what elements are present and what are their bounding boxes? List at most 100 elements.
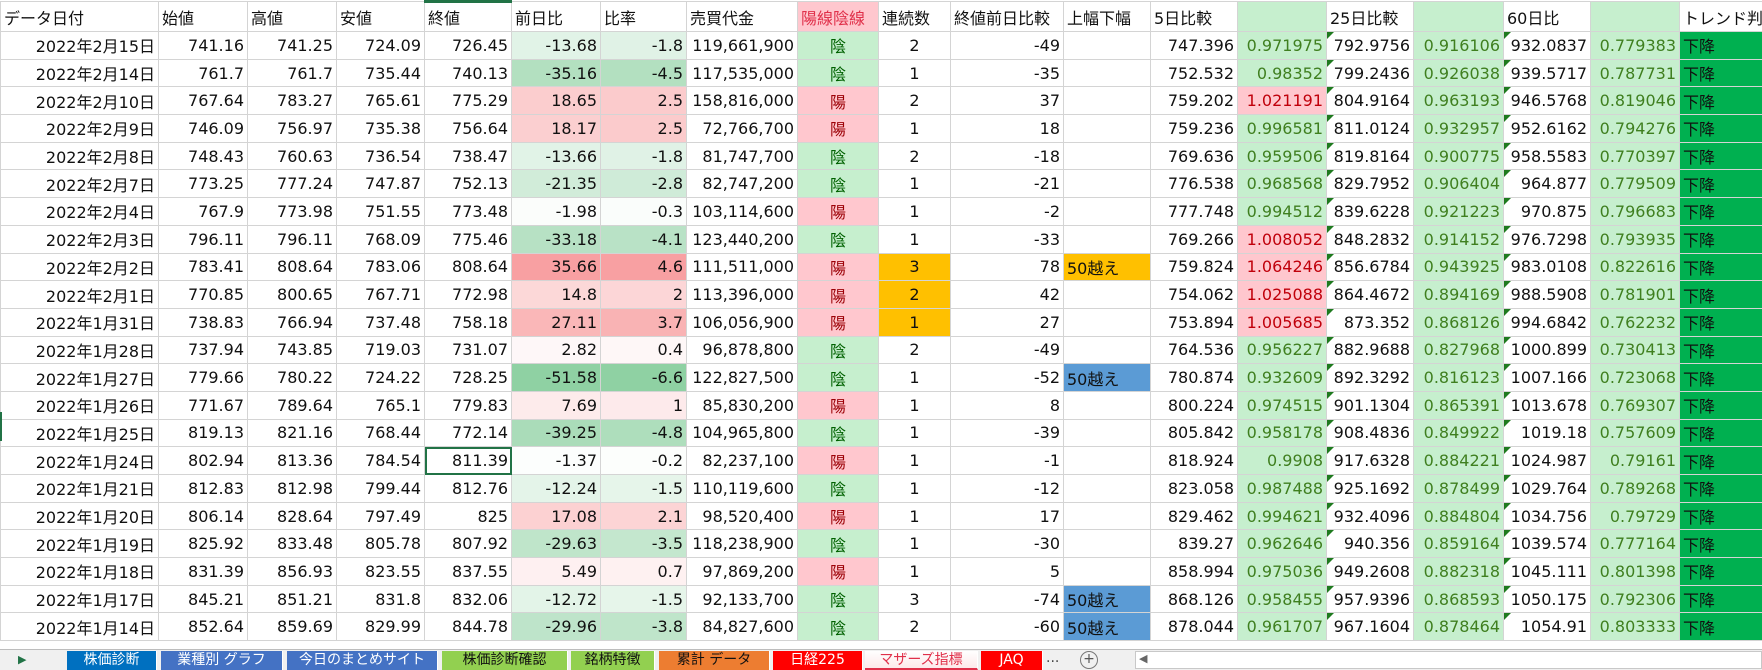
cell-trend[interactable]: 下降: [1679, 114, 1762, 143]
cell-ma60[interactable]: 970.875: [1503, 197, 1591, 226]
cell-low[interactable]: 767.71: [336, 280, 425, 309]
cell-open[interactable]: 806.14: [158, 501, 248, 531]
cell-range-flag[interactable]: 50越え: [1063, 363, 1151, 392]
cell-streak[interactable]: 1: [878, 197, 951, 226]
cell-close[interactable]: 808.64: [424, 252, 512, 282]
horizontal-scrollbar[interactable]: ◀: [1135, 651, 1762, 669]
cell-high[interactable]: 851.21: [247, 584, 337, 614]
header-change[interactable]: 前日比: [511, 1, 601, 32]
cell-ma25-ratio[interactable]: 0.921223: [1413, 197, 1504, 226]
cell-change[interactable]: 35.66: [511, 252, 601, 282]
more-tabs-button[interactable]: ...: [1046, 650, 1059, 666]
cell-ma60-ratio[interactable]: 0.789268: [1590, 474, 1680, 503]
cell-close-diff[interactable]: 42: [950, 280, 1064, 309]
cell-high[interactable]: 789.64: [247, 390, 337, 420]
cell-trend[interactable]: 下降: [1679, 58, 1762, 88]
cell-close-diff[interactable]: 27: [950, 307, 1064, 337]
cell-ma60[interactable]: 994.6842: [1503, 307, 1591, 337]
cell-trading-value[interactable]: 81,747,700: [686, 141, 798, 171]
cell-ma5-ratio[interactable]: 0.994512: [1237, 197, 1327, 226]
cell-low[interactable]: 831.8: [336, 584, 425, 614]
cell-ma25-ratio[interactable]: 0.878464: [1413, 612, 1504, 642]
cell-streak[interactable]: 1: [878, 114, 951, 143]
cell-open[interactable]: 746.09: [158, 114, 248, 143]
cell-trend[interactable]: 下降: [1679, 86, 1762, 116]
cell-trading-value[interactable]: 110,119,600: [686, 474, 798, 503]
cell-change-rate[interactable]: -4.8: [600, 418, 687, 448]
cell-ma5[interactable]: 777.748: [1150, 197, 1238, 226]
cell-ma60-ratio[interactable]: 0.779509: [1590, 169, 1680, 199]
cell-range-flag[interactable]: 50越え: [1063, 252, 1151, 282]
cell-open[interactable]: 748.43: [158, 141, 248, 171]
cell-ma60[interactable]: 988.5908: [1503, 280, 1591, 309]
add-sheet-button[interactable]: +: [1080, 651, 1098, 669]
header-high[interactable]: 高値: [247, 1, 337, 32]
cell-close[interactable]: 844.78: [424, 612, 512, 642]
cell-candle-type[interactable]: 陰: [797, 224, 879, 254]
cell-ma5-ratio[interactable]: 0.956227: [1237, 335, 1327, 365]
cell-ma5[interactable]: 752.532: [1150, 58, 1238, 88]
cell-candle-type[interactable]: 陽: [797, 114, 879, 143]
cell-low[interactable]: 768.09: [336, 224, 425, 254]
cell-ma5[interactable]: 839.27: [1150, 529, 1238, 559]
cell-trend[interactable]: 下降: [1679, 307, 1762, 337]
cell-ma5-ratio[interactable]: 0.971975: [1237, 31, 1327, 60]
cell-close[interactable]: 779.83: [424, 390, 512, 420]
cell-date[interactable]: 2022年2月4日: [0, 197, 159, 226]
cell-ma60[interactable]: 1019.18: [1503, 418, 1591, 448]
cell-streak[interactable]: 1: [878, 474, 951, 503]
cell-low[interactable]: 797.49: [336, 501, 425, 531]
cell-ma5[interactable]: 764.536: [1150, 335, 1238, 365]
scroll-tabs-right-icon[interactable]: ▶: [18, 653, 26, 666]
cell-ma5-ratio[interactable]: 1.025088: [1237, 280, 1327, 309]
cell-ma5-ratio[interactable]: 0.987488: [1237, 474, 1327, 503]
cell-trading-value[interactable]: 82,237,100: [686, 446, 798, 475]
cell-ma25-ratio[interactable]: 0.900775: [1413, 141, 1504, 171]
cell-ma60-ratio[interactable]: 0.730413: [1590, 335, 1680, 365]
cell-ma60-ratio[interactable]: 0.801398: [1590, 557, 1680, 586]
cell-range-flag[interactable]: [1063, 280, 1151, 309]
header-candle-type[interactable]: 陽線陰線: [797, 1, 879, 32]
cell-candle-type[interactable]: 陽: [797, 307, 879, 337]
cell-date[interactable]: 2022年1月28日: [0, 335, 159, 365]
cell-close[interactable]: 772.14: [424, 418, 512, 448]
cell-streak[interactable]: 2: [878, 31, 951, 60]
cell-high[interactable]: 761.7: [247, 58, 337, 88]
cell-ma5[interactable]: 776.538: [1150, 169, 1238, 199]
cell-change[interactable]: -13.68: [511, 31, 601, 60]
sheet-tab[interactable]: 銘柄特徴: [571, 651, 655, 670]
cell-streak[interactable]: 1: [878, 501, 951, 531]
cell-streak[interactable]: 1: [878, 557, 951, 586]
cell-ma25[interactable]: 957.9396: [1326, 584, 1414, 614]
cell-change[interactable]: -1.37: [511, 446, 601, 475]
cell-trend[interactable]: 下降: [1679, 557, 1762, 586]
cell-close[interactable]: 807.92: [424, 529, 512, 559]
cell-change-rate[interactable]: 0.7: [600, 557, 687, 586]
cell-change-rate[interactable]: -1.8: [600, 141, 687, 171]
cell-change[interactable]: -13.66: [511, 141, 601, 171]
cell-ma5-ratio[interactable]: 1.021191: [1237, 86, 1327, 116]
cell-ma5[interactable]: 868.126: [1150, 584, 1238, 614]
cell-streak[interactable]: 1: [878, 418, 951, 448]
cell-date[interactable]: 2022年1月25日: [0, 418, 159, 448]
cell-ma60[interactable]: 1054.91: [1503, 612, 1591, 642]
cell-date[interactable]: 2022年2月8日: [0, 141, 159, 171]
cell-change[interactable]: 2.82: [511, 335, 601, 365]
cell-change-rate[interactable]: -0.3: [600, 197, 687, 226]
sheet-tab[interactable]: 株価診断: [67, 651, 157, 670]
cell-change[interactable]: -51.58: [511, 363, 601, 392]
cell-range-flag[interactable]: [1063, 197, 1151, 226]
cell-date[interactable]: 2022年1月31日: [0, 307, 159, 337]
cell-ma5[interactable]: 800.224: [1150, 390, 1238, 420]
cell-candle-type[interactable]: 陽: [797, 390, 879, 420]
cell-ma25[interactable]: 873.352: [1326, 307, 1414, 337]
cell-ma60[interactable]: 1000.899: [1503, 335, 1591, 365]
cell-ma5[interactable]: 753.894: [1150, 307, 1238, 337]
cell-ma25-ratio[interactable]: 0.878499: [1413, 474, 1504, 503]
header-change-rate[interactable]: 比率: [600, 1, 687, 32]
scroll-left-icon[interactable]: ◀: [1139, 652, 1147, 665]
cell-close[interactable]: 740.13: [424, 58, 512, 88]
cell-low[interactable]: 719.03: [336, 335, 425, 365]
cell-candle-type[interactable]: 陰: [797, 141, 879, 171]
header-ma25[interactable]: 25日比較: [1326, 1, 1414, 32]
